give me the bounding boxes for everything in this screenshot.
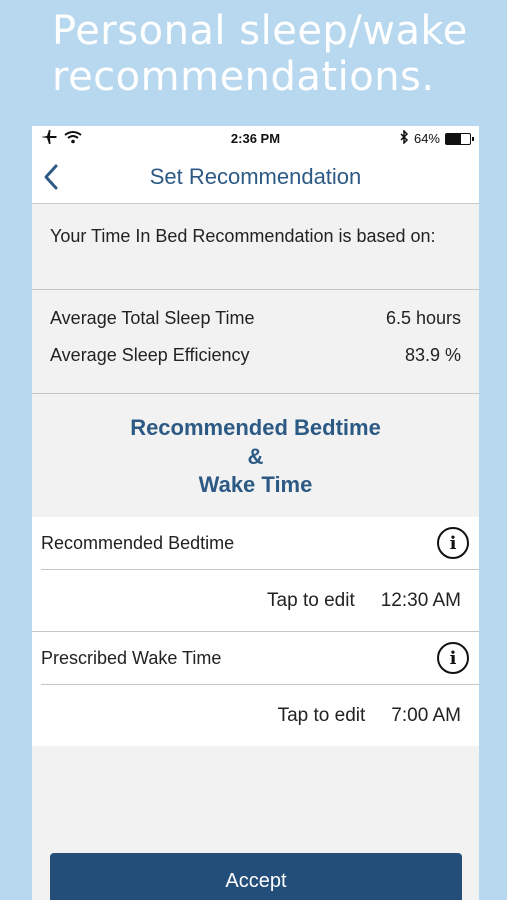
stat-label: Average Sleep Efficiency — [50, 345, 250, 365]
waketime-info-icon[interactable]: i — [437, 642, 469, 674]
waketime-label: Prescribed Wake Time — [41, 647, 222, 668]
phone-screen: 2:36 PM 64% Set Recommendation Your Time… — [32, 126, 479, 900]
battery-level — [446, 133, 462, 144]
page-title: Set Recommendation — [149, 164, 362, 189]
stat-row-total-sleep: Average Total Sleep Time 6.5 hours — [50, 308, 461, 345]
recommendation-heading: Recommended Bedtime & Wake Time — [130, 415, 381, 497]
navigation-bar: Set Recommendation — [32, 150, 479, 204]
bedtime-label: Recommended Bedtime — [41, 532, 235, 553]
promo-headline: Personal sleep/wake recommendations. — [52, 8, 468, 100]
recommendation-basis-text: Your Time In Bed Recommendation is based… — [32, 204, 479, 290]
sleep-stats: Average Total Sleep Time 6.5 hours Avera… — [32, 290, 479, 394]
bedtime-info-icon[interactable]: i — [437, 527, 469, 559]
stat-value: 83.9 % — [404, 345, 461, 365]
stat-label: Average Total Sleep Time — [50, 308, 255, 328]
accept-button[interactable]: Accept — [50, 853, 462, 900]
waketime-card: Prescribed Wake Time i Tap to edit 7:00 … — [32, 632, 479, 746]
bedtime-edit-row[interactable]: Tap to edit 12:30 AM — [41, 570, 479, 631]
tap-to-edit-hint: Tap to edit — [277, 704, 366, 726]
tap-to-edit-hint: Tap to edit — [267, 589, 355, 611]
bluetooth-icon — [399, 129, 409, 147]
battery-percent: 64% — [413, 131, 440, 146]
bedtime-value: 12:30 AM — [380, 589, 461, 611]
stat-row-sleep-efficiency: Average Sleep Efficiency 83.9 % — [50, 345, 461, 382]
status-bar: 2:36 PM 64% — [32, 126, 479, 150]
waketime-edit-row[interactable]: Tap to edit 7:00 AM — [41, 685, 479, 746]
stat-value: 6.5 hours — [385, 308, 461, 328]
battery-icon — [445, 132, 474, 145]
bedtime-card: Recommended Bedtime i Tap to edit 12:30 … — [32, 517, 479, 631]
waketime-value: 7:00 AM — [391, 704, 461, 726]
